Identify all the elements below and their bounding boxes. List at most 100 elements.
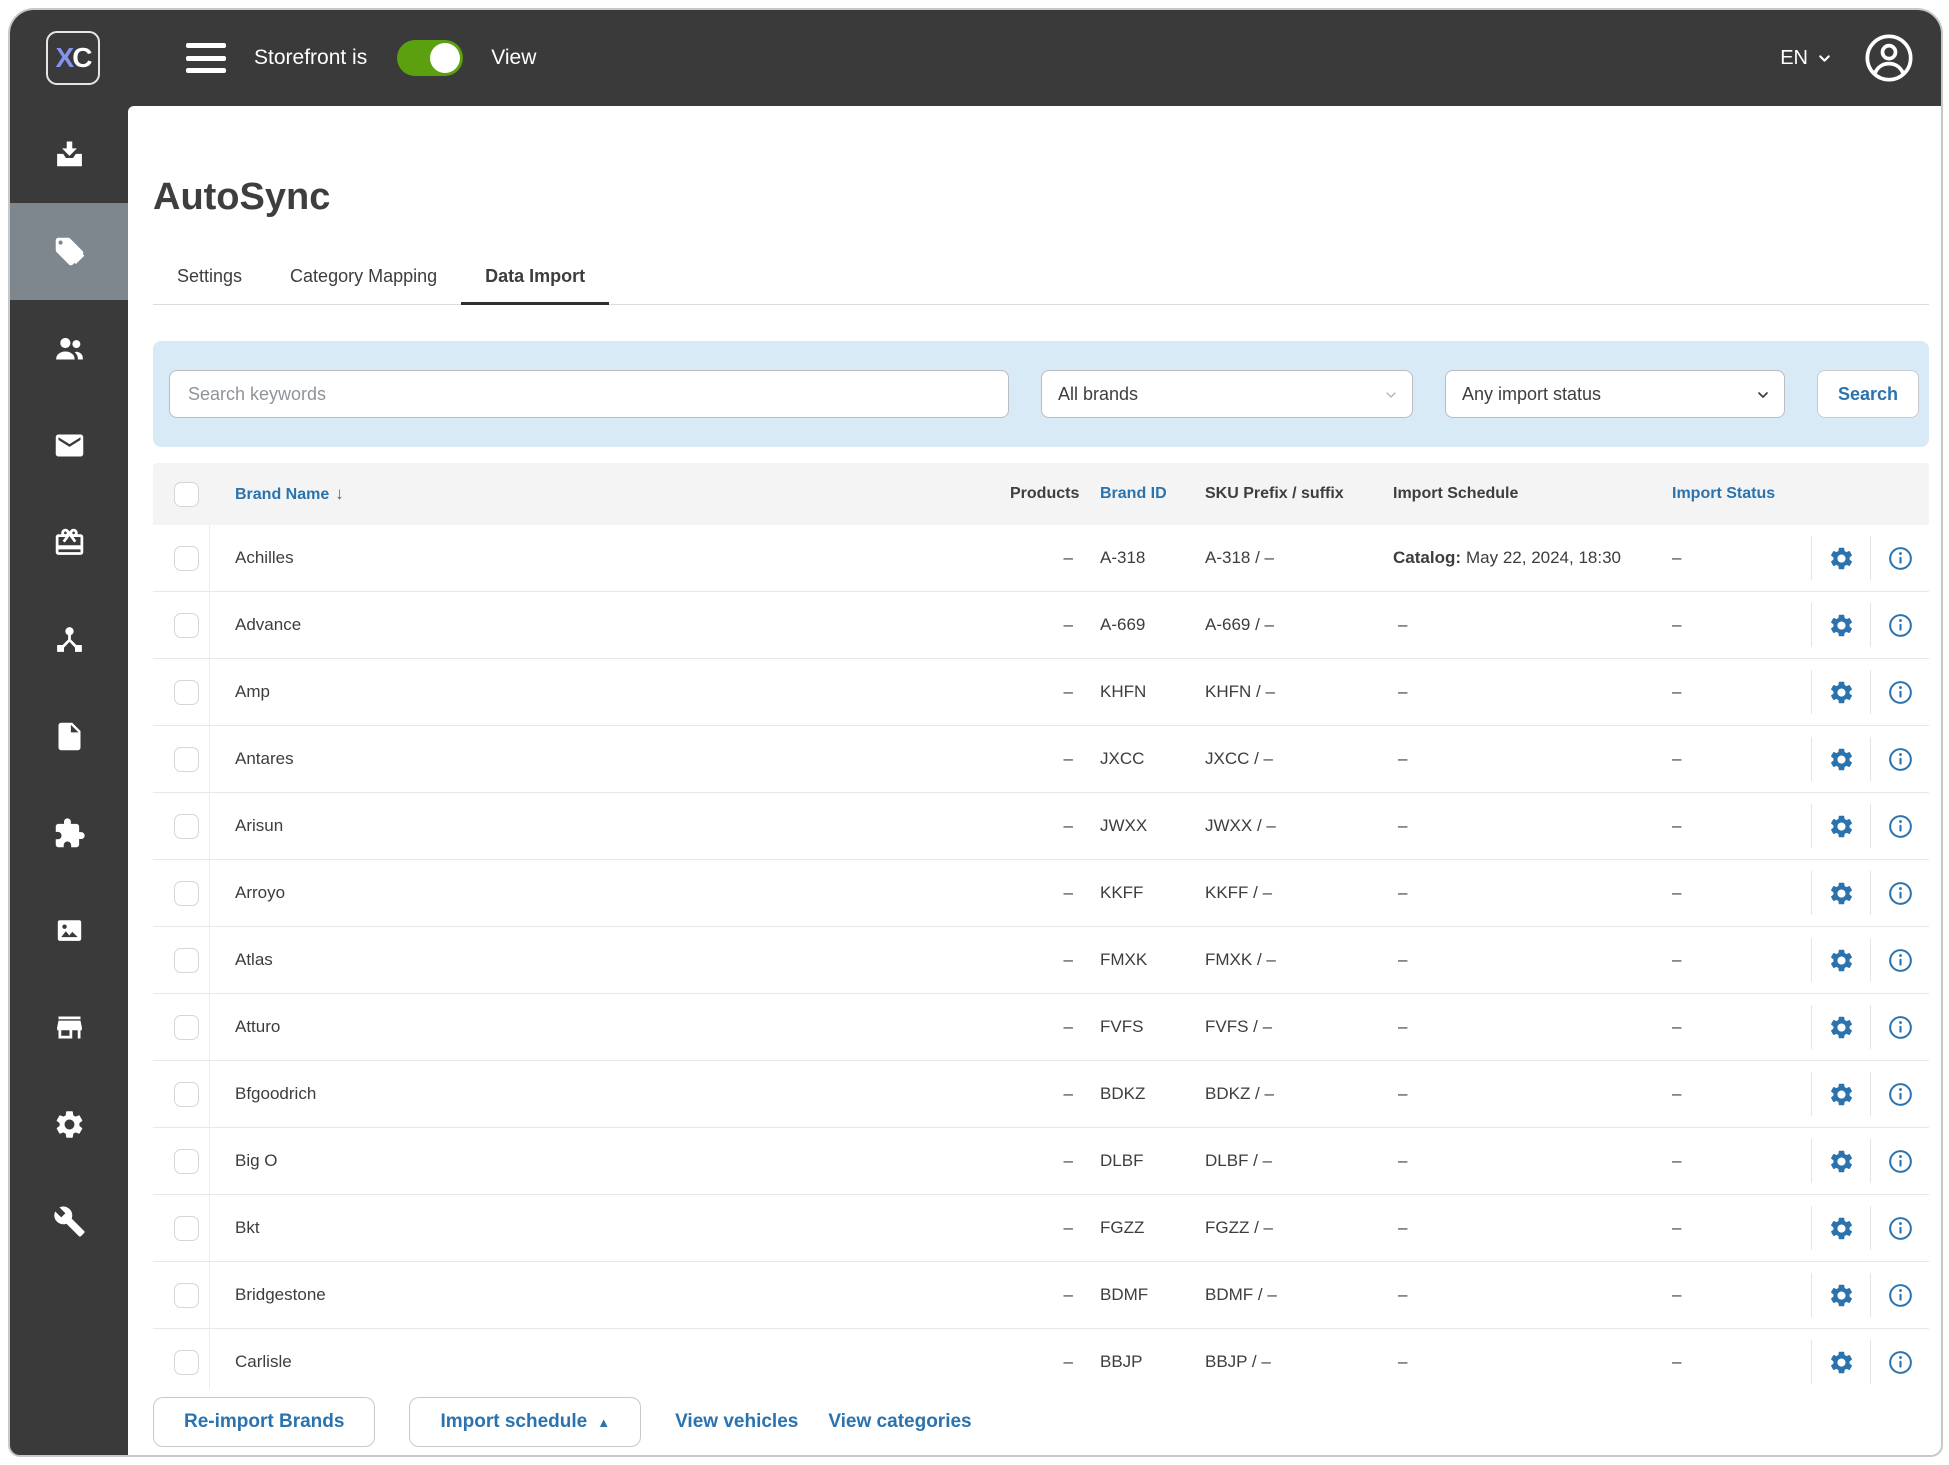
row-checkbox[interactable] — [173, 545, 199, 571]
table-header: Brand Name ↓ Products Brand ID SKU Prefix… — [153, 463, 1929, 525]
row-settings-button[interactable] — [1811, 670, 1870, 714]
gear-icon — [1830, 547, 1852, 569]
row-settings-button[interactable] — [1811, 603, 1870, 647]
view-vehicles-link[interactable]: View vehicles — [675, 1411, 798, 1433]
tab-settings[interactable]: Settings — [153, 251, 266, 305]
sku-cell: DLBF / – — [1205, 1151, 1273, 1170]
sidebar-item-promotions[interactable] — [10, 494, 128, 591]
row-settings-button[interactable] — [1811, 804, 1870, 848]
row-checkbox[interactable] — [173, 1215, 199, 1241]
row-info-button[interactable] — [1870, 871, 1929, 915]
table-row: Atturo – FVFS FVFS / – – – — [153, 994, 1929, 1061]
language-selector[interactable]: EN — [1780, 47, 1833, 70]
row-info-button[interactable] — [1870, 1005, 1929, 1049]
row-checkbox[interactable] — [173, 1014, 199, 1040]
view-categories-link[interactable]: View categories — [828, 1411, 971, 1433]
row-info-button[interactable] — [1870, 1072, 1929, 1116]
row-info-button[interactable] — [1870, 804, 1929, 848]
status-filter-wrap: Any import status — [1445, 370, 1785, 418]
column-import-status[interactable]: Import Status — [1672, 485, 1775, 502]
select-all-checkbox[interactable] — [174, 481, 199, 507]
sidebar-item-mail[interactable] — [10, 397, 128, 494]
row-info-button[interactable] — [1870, 1139, 1929, 1183]
row-checkbox[interactable] — [173, 1349, 199, 1375]
sidebar-item-store[interactable] — [10, 979, 128, 1076]
row-info-button[interactable] — [1870, 737, 1929, 781]
row-settings-button[interactable] — [1811, 1139, 1870, 1183]
status-filter-select[interactable]: Any import status — [1445, 370, 1785, 418]
sidebar-item-media[interactable] — [10, 882, 128, 979]
storefront-view-link[interactable]: View — [491, 46, 536, 70]
hamburger-menu-icon[interactable] — [186, 43, 226, 73]
brand-id-cell: BBJP — [1100, 1352, 1143, 1371]
storefront-toggle[interactable] — [397, 40, 464, 76]
row-info-button[interactable] — [1870, 938, 1929, 982]
import-schedule-button[interactable]: Import schedule ▲ — [409, 1397, 642, 1447]
reimport-brands-button[interactable]: Re-import Brands — [153, 1397, 376, 1447]
sidebar-item-integrations[interactable] — [10, 591, 128, 688]
brand-name-cell: Amp — [235, 682, 270, 701]
app-logo[interactable]: XC — [46, 31, 100, 85]
gear-icon — [1830, 815, 1852, 837]
gear-icon — [1830, 1284, 1852, 1306]
row-checkbox[interactable] — [173, 1081, 199, 1107]
row-settings-button[interactable] — [1811, 1005, 1870, 1049]
brand-name-cell: Advance — [235, 615, 302, 634]
row-settings-button[interactable] — [1811, 1206, 1870, 1250]
row-settings-button[interactable] — [1811, 536, 1870, 580]
row-settings-button[interactable] — [1811, 737, 1870, 781]
table-row: Arroyo – KKFF KKFF / – – – — [153, 860, 1929, 927]
tab-category-mapping[interactable]: Category Mapping — [266, 251, 461, 305]
row-checkbox[interactable] — [173, 947, 199, 973]
sku-cell: JWXX / – — [1205, 816, 1276, 835]
table-row: Bkt – FGZZ FGZZ / – – – — [153, 1195, 1929, 1262]
user-avatar-icon[interactable] — [1863, 32, 1915, 84]
brand-filter-select[interactable]: All brands — [1041, 370, 1413, 418]
column-products: Products — [1010, 485, 1080, 502]
search-button[interactable]: Search — [1817, 370, 1919, 418]
sidebar-item-tools[interactable] — [10, 1173, 128, 1270]
row-checkbox[interactable] — [173, 679, 199, 705]
import-schedule-cell: – — [1398, 749, 1408, 768]
row-info-button[interactable] — [1870, 1273, 1929, 1317]
row-info-button[interactable] — [1870, 603, 1929, 647]
row-settings-button[interactable] — [1811, 871, 1870, 915]
row-settings-button[interactable] — [1811, 1340, 1870, 1384]
column-brand-id[interactable]: Brand ID — [1100, 485, 1167, 502]
import-schedule-cell: – — [1398, 1285, 1408, 1304]
import-status-cell: – — [1672, 1218, 1682, 1237]
row-settings-button[interactable] — [1811, 938, 1870, 982]
row-checkbox[interactable] — [173, 612, 199, 638]
puzzle-icon — [55, 818, 85, 848]
sidebar-item-users[interactable] — [10, 300, 128, 397]
brand-name-cell: Bfgoodrich — [235, 1084, 317, 1103]
row-checkbox[interactable] — [173, 813, 199, 839]
sort-descending-icon[interactable]: ↓ — [335, 484, 344, 503]
row-settings-button[interactable] — [1811, 1273, 1870, 1317]
import-schedule-cell: Catalog: May 22, 2024, 18:30 — [1393, 548, 1622, 567]
sidebar-item-apps[interactable] — [10, 785, 128, 882]
sidebar-item-catalog[interactable] — [10, 203, 128, 300]
caret-up-icon: ▲ — [597, 1414, 611, 1430]
row-checkbox[interactable] — [173, 1148, 199, 1174]
row-info-button[interactable] — [1870, 670, 1929, 714]
row-checkbox[interactable] — [173, 746, 199, 772]
row-info-button[interactable] — [1870, 1206, 1929, 1250]
sidebar-item-settings[interactable] — [10, 1076, 128, 1173]
info-icon — [1888, 1216, 1912, 1240]
row-settings-button[interactable] — [1811, 1072, 1870, 1116]
column-brand-name[interactable]: Brand Name — [235, 486, 329, 503]
row-checkbox[interactable] — [173, 880, 199, 906]
search-input[interactable] — [169, 370, 1009, 418]
brand-id-cell: FGZZ — [1100, 1218, 1145, 1237]
sidebar-item-import[interactable] — [10, 106, 128, 203]
sidebar-item-pages[interactable] — [10, 688, 128, 785]
products-cell: – — [1063, 1017, 1073, 1036]
tab-data-import[interactable]: Data Import — [461, 251, 610, 305]
row-info-button[interactable] — [1870, 1340, 1929, 1384]
sku-cell: KKFF / – — [1205, 883, 1273, 902]
brand-name-cell: Arroyo — [235, 883, 286, 902]
row-checkbox[interactable] — [173, 1282, 199, 1308]
row-info-button[interactable] — [1870, 536, 1929, 580]
brand-name-cell: Atlas — [235, 950, 273, 969]
